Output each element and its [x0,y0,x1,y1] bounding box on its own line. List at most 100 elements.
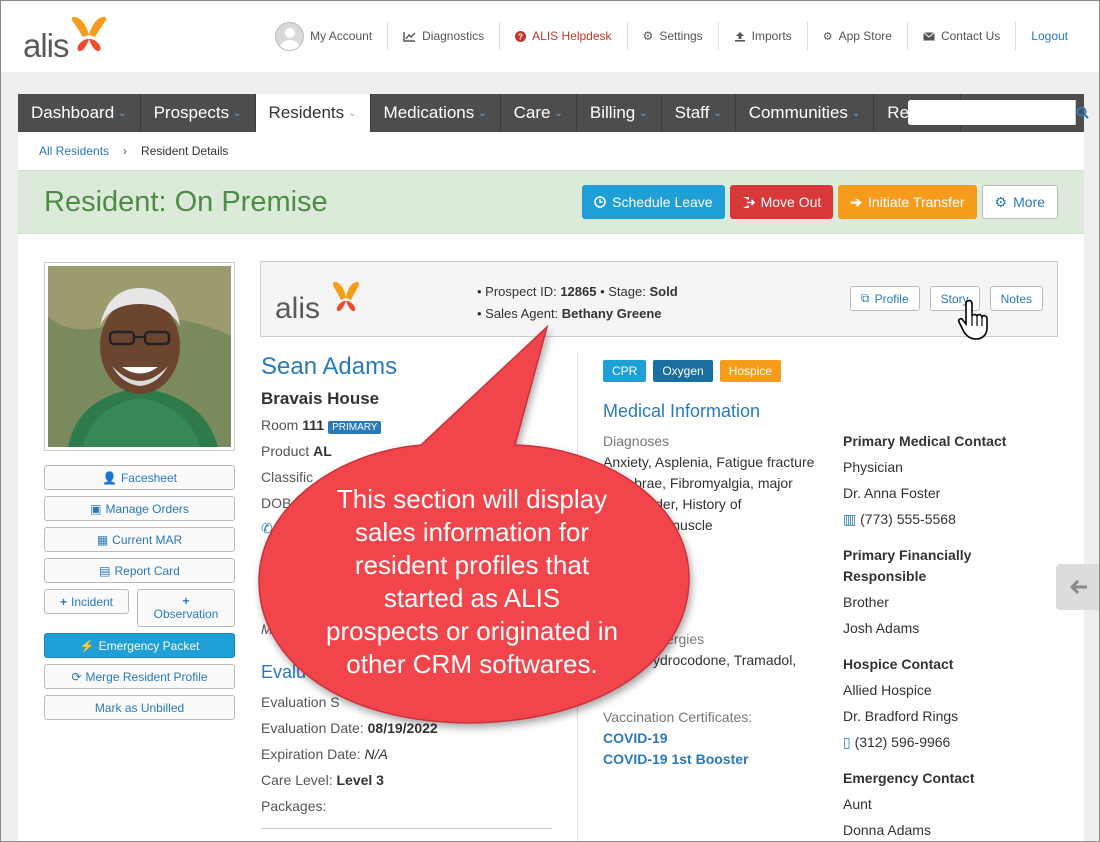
logout-link[interactable]: Logout [1016,22,1083,50]
hospice-phone[interactable]: ▯ (312) 596-9966 [843,734,950,751]
my-account-link[interactable]: My Account [260,21,389,51]
app-store-link[interactable]: ⚙ App Store [808,22,908,50]
my-account-label: My Account [310,29,373,43]
breadcrumb-all-residents[interactable]: All Residents [39,144,109,158]
user-icon: 👤 [102,470,117,485]
current-mar-button[interactable]: ▦ Current MAR [44,527,235,552]
nav-medications-label: Medications [383,103,475,122]
initiate-transfer-button[interactable]: ➔ Initiate Transfer [838,185,977,219]
mark-unbilled-button[interactable]: Mark as Unbilled [44,695,235,720]
move-out-label: Move Out [760,194,822,210]
merge-profile-label: Merge Resident Profile [85,669,208,684]
nav-dashboard[interactable]: Dashboard ⌄ [18,94,141,132]
schedule-leave-button[interactable]: Schedule Leave [582,185,725,219]
notes-button[interactable]: Notes [989,286,1043,311]
incident-observation-row: + Incident + Observation [44,589,235,627]
emergency-packet-button[interactable]: ⚡ Emergency Packet [44,633,235,658]
arrow-right-icon: ➔ [850,193,863,210]
facesheet-button[interactable]: 👤 Facesheet [44,465,235,490]
manage-orders-button[interactable]: ▣ Manage Orders [44,496,235,521]
current-mar-label: Current MAR [112,532,183,547]
breadcrumb: All Residents › Resident Details [39,144,228,158]
app-window: alis My Account Diagnostics ? ALIS Helpd… [0,0,1100,842]
top-nav: My Account Diagnostics ? ALIS Helpdesk ⚙… [260,20,1083,52]
butterfly-logo-icon: alis [275,281,360,325]
report-card-button[interactable]: ▤ Report Card [44,558,235,583]
alis-logo[interactable]: alis [23,15,123,64]
observation-button[interactable]: + Observation [137,589,235,627]
emergency-name: Donna Adams [843,822,931,838]
diagnostics-link[interactable]: Diagnostics [388,22,501,50]
oxygen-tag: Oxygen [653,360,713,382]
profile-label: Profile [874,291,909,306]
vaccine-booster-link[interactable]: COVID-19 1st Booster [603,751,748,767]
merge-profile-button[interactable]: ⟳ Merge Resident Profile [44,664,235,689]
building-icon: ▥ [843,511,857,527]
primary-medical-phone[interactable]: ▥ (773) 555-5568 [843,511,956,528]
chevron-down-icon: ⌄ [118,107,127,119]
contact-us-link[interactable]: Contact Us [908,22,1017,50]
emergency-packet-label: Emergency Packet [98,638,200,653]
nav-prospects[interactable]: Prospects ⌄ [141,94,256,132]
room-line: Room 111 PRIMARY [261,417,382,434]
helpdesk-link[interactable]: ? ALIS Helpdesk [500,22,628,50]
chevron-down-icon: ⌄ [478,107,487,119]
sales-agent-value: Bethany Greene [561,306,662,321]
stage-label: Stage: [608,284,646,299]
nav-care[interactable]: Care ⌄ [501,94,577,132]
section2-label: es [673,574,688,590]
care-tags: CPR Oxygen Hospice [603,360,782,382]
settings-link[interactable]: ⚙ Settings [628,22,719,50]
schedule-leave-label: Schedule Leave [612,194,713,210]
nav-billing[interactable]: Billing ⌄ [577,94,662,132]
care-level-value: Level 3 [336,772,384,788]
hospice-org: Allied Hospice [843,682,932,698]
evaluation-title: Evalu [261,662,307,682]
line-chart-icon [403,31,416,42]
primary-medical-heading: Primary Medical Contact [843,433,1007,449]
incident-button[interactable]: + Incident [44,589,129,614]
sign-out-icon [742,196,755,208]
settings-label: Settings [659,29,703,43]
external-link-icon: ⧉ [861,291,870,305]
chevron-down-icon: ⌄ [639,107,648,119]
nav-communities[interactable]: Communities ⌄ [736,94,875,132]
nav-medications[interactable]: Medications ⌄ [371,94,501,132]
evaluation-date-label: Evaluation Date: [261,720,364,736]
prospect-line: • Prospect ID: 12865 • Stage: Sold [477,284,678,299]
search-input[interactable] [908,100,1075,125]
financial-role: Brother [843,594,889,610]
side-panel-toggle[interactable] [1056,564,1099,610]
prospect-id-label: Prospect ID: [485,284,557,299]
profile-button[interactable]: ⧉ Profile [850,286,920,311]
expiration-line: Expiration Date: N/A [261,746,388,762]
hospice-tag: Hospice [719,360,782,382]
nav-communities-label: Communities [748,103,848,122]
file-text-icon: ▤ [99,563,111,578]
clock-icon [594,196,606,208]
nav-residents[interactable]: Residents ⌄ [255,94,371,132]
imports-link[interactable]: Imports [719,22,808,50]
upload-icon [734,31,745,42]
vaccine-covid19-link[interactable]: COVID-19 [603,730,668,746]
note-prefix: M [261,621,273,637]
column-divider [577,352,578,841]
mark-unbilled-label: Mark as Unbilled [94,700,185,715]
diagnoses-line-1: Anxiety, Asplenia, Fatigue fracture [603,454,815,470]
financial-name: Josh Adams [843,620,920,636]
plus-icon: + [59,594,67,609]
hospice-name: Dr. Bradford Rings [843,708,959,724]
gears-icon: ⚙ [822,30,833,43]
vaccination-label: Vaccination Certificates: [603,709,753,725]
section-divider [261,828,552,829]
more-button[interactable]: ⚙ More [981,185,1058,219]
medical-info-title: Medical Information [603,401,761,421]
more-label: More [1013,194,1045,210]
diagnoses-label: Diagnoses [603,433,670,449]
stage-value: Sold [649,284,678,299]
header-actions: Schedule Leave Move Out ➔ Initiate Trans… [582,185,1058,219]
search-button[interactable] [1075,100,1089,125]
nav-staff[interactable]: Staff ⌄ [662,94,736,132]
resident-photo[interactable] [44,262,235,451]
move-out-button[interactable]: Move Out [729,185,834,219]
